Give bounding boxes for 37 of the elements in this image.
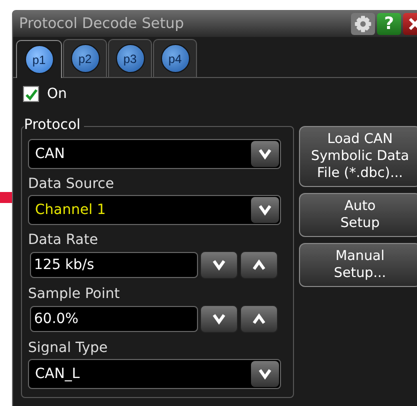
field-label: Data Source: [28, 176, 115, 192]
dropdown[interactable]: Channel 1: [28, 195, 281, 225]
input-field[interactable]: 60.0%: [30, 306, 198, 332]
chevron-down-icon: [212, 259, 226, 271]
input-field[interactable]: 125 kb/s: [30, 252, 198, 278]
checkbox[interactable]: [23, 86, 39, 102]
window-title: Protocol Decode Setup: [19, 16, 184, 32]
action-button[interactable]: Auto Setup: [299, 193, 417, 237]
chevron-down-icon: [258, 368, 272, 380]
chevron-up-icon: [252, 259, 266, 271]
chevron-down-icon: [258, 204, 272, 216]
gear-icon: [354, 15, 372, 33]
increment-button[interactable]: [240, 305, 278, 333]
decrement-button[interactable]: [200, 305, 238, 333]
field-label: Data Rate: [28, 232, 99, 248]
field-label: Signal Type: [28, 340, 109, 356]
dropdown-button[interactable]: [251, 141, 279, 167]
dropdown-button[interactable]: [251, 361, 279, 387]
checkbox-label: On: [47, 86, 67, 102]
tab[interactable]: p4: [153, 39, 197, 77]
tab[interactable]: p1: [16, 40, 62, 78]
chevron-down-icon: [212, 313, 226, 325]
dropdown[interactable]: CAN_L: [28, 359, 281, 389]
action-button[interactable]: Load CAN Symbolic Data File (*.dbc)...: [299, 126, 417, 187]
checkmark-icon: [24, 88, 38, 100]
tab[interactable]: p3: [108, 39, 152, 77]
tab[interactable]: p2: [63, 39, 107, 77]
chevron-up-icon: [252, 313, 266, 325]
field-label: Sample Point: [28, 286, 121, 302]
decrement-button[interactable]: [200, 251, 238, 279]
settings-button[interactable]: [351, 13, 375, 35]
increment-button[interactable]: [240, 251, 278, 279]
help-button[interactable]: ?: [377, 13, 401, 35]
chevron-down-icon: [258, 148, 272, 160]
dropdown[interactable]: CAN: [28, 139, 281, 169]
action-button[interactable]: Manual Setup...: [299, 243, 417, 287]
dropdown-button[interactable]: [251, 197, 279, 223]
